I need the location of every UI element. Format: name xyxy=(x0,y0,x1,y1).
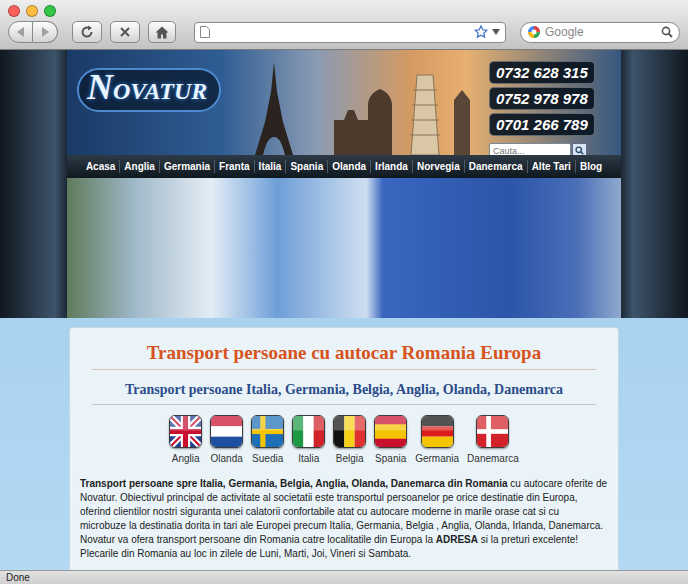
bookmark-star-icon[interactable] xyxy=(474,25,488,39)
menu-item[interactable]: Franta xyxy=(214,160,254,173)
flag-link[interactable]: Danemarca xyxy=(467,415,519,465)
text-segment: ADRESA xyxy=(436,534,478,545)
flag-label: Anglia xyxy=(172,452,200,465)
text-segment: Transport persoane spre Italia, Germania… xyxy=(80,478,508,489)
menu-item[interactable]: Olanda xyxy=(327,160,370,173)
phone-number: 0752 978 978 xyxy=(489,87,595,110)
stop-icon xyxy=(119,26,131,38)
flag-icon xyxy=(169,415,202,448)
search-engine-icon[interactable] xyxy=(527,25,541,39)
page-icon xyxy=(200,26,210,38)
flag-link[interactable]: Anglia xyxy=(169,415,202,465)
menu-item[interactable]: Alte Tari xyxy=(527,160,575,173)
back-arrow-icon xyxy=(15,26,27,38)
text-segment: si la preturi excelente! xyxy=(478,534,578,545)
flag-link[interactable]: Spania xyxy=(374,415,407,465)
content-panel: Transport persoane cu autocar Romania Eu… xyxy=(69,327,619,570)
site-search xyxy=(489,143,587,155)
phone-number: 0732 628 315 xyxy=(489,61,595,84)
flag-icon xyxy=(251,415,284,448)
menu-item[interactable]: Spania xyxy=(285,160,327,173)
flag-icon xyxy=(333,415,366,448)
web-search-field[interactable] xyxy=(520,22,680,43)
minimize-button[interactable] xyxy=(26,5,38,17)
flag-label: Olanda xyxy=(211,452,243,465)
flag-label: Suedia xyxy=(252,452,283,465)
reload-icon xyxy=(80,25,94,39)
phone-number: 0701 266 789 xyxy=(489,113,595,136)
text-paragraph: Transport persoane spre Italia, Germania… xyxy=(80,477,608,547)
flag-label: Belgia xyxy=(336,452,364,465)
site-search-input[interactable] xyxy=(489,143,571,155)
flag-link[interactable]: Belgia xyxy=(333,415,366,465)
home-icon xyxy=(155,26,169,39)
text-paragraph: Plecarile din Romania au loc in zilele d… xyxy=(80,547,608,561)
home-button[interactable] xyxy=(148,21,176,43)
menu-item[interactable]: Blog xyxy=(575,160,606,173)
menu-item[interactable]: Germania xyxy=(159,160,214,173)
menu-item[interactable]: Irlanda xyxy=(370,160,412,173)
flag-icon xyxy=(421,415,454,448)
forward-arrow-icon xyxy=(39,26,51,38)
monuments-icon xyxy=(239,60,481,155)
dropdown-icon[interactable] xyxy=(492,29,500,35)
address-input[interactable] xyxy=(214,23,470,41)
menu-item[interactable]: Italia xyxy=(254,160,286,173)
flag-link[interactable]: Olanda xyxy=(210,415,243,465)
flag-link[interactable]: Italia xyxy=(292,415,325,465)
flag-label: Germania xyxy=(415,452,459,465)
menu-item[interactable]: Anglia xyxy=(119,160,159,173)
menu-item[interactable]: Acasa xyxy=(82,160,119,173)
status-bar: Done xyxy=(0,570,688,584)
flag-list: Anglia Olanda Suedia Italia Belgia Spania Germ… xyxy=(80,415,608,465)
forward-button[interactable] xyxy=(33,21,58,43)
site-logo[interactable]: NOVATUR xyxy=(77,68,221,112)
flag-link[interactable]: Suedia xyxy=(251,415,284,465)
close-button[interactable] xyxy=(8,5,20,17)
flag-label: Italia xyxy=(298,452,319,465)
stop-button[interactable] xyxy=(110,21,140,43)
flag-icon xyxy=(476,415,509,448)
magnifier-icon[interactable] xyxy=(661,26,673,38)
site-header: NOVATUR 0732 628 315 0752 978 978 0701 266… xyxy=(67,50,621,155)
intro-text: Transport persoane spre Italia, Germania… xyxy=(80,477,608,561)
flag-label: Danemarca xyxy=(467,452,519,465)
flag-icon xyxy=(374,415,407,448)
back-button[interactable] xyxy=(8,21,33,43)
site-search-button[interactable] xyxy=(572,143,587,155)
flag-icon xyxy=(292,415,325,448)
flag-link[interactable]: Germania xyxy=(415,415,459,465)
web-search-input[interactable] xyxy=(545,23,657,41)
reload-button[interactable] xyxy=(72,21,102,43)
menu-item[interactable]: Norvegia xyxy=(412,160,464,173)
flag-label: Spania xyxy=(375,452,406,465)
web-page: NOVATUR 0732 628 315 0752 978 978 0701 266… xyxy=(0,50,688,570)
page-title: Transport persoane cu autocar Romania Eu… xyxy=(92,340,596,370)
browser-toolbar xyxy=(0,0,688,50)
flag-icon xyxy=(210,415,243,448)
magnifier-icon xyxy=(575,146,584,155)
browser-window: NOVATUR 0732 628 315 0752 978 978 0701 266… xyxy=(0,0,688,584)
text-segment: Plecarile din Romania au loc in zilele d… xyxy=(80,548,411,559)
menu-item[interactable]: Danemarca xyxy=(464,160,527,173)
banner-photo xyxy=(67,178,621,318)
zoom-button[interactable] xyxy=(44,5,56,17)
main-menu: AcasaAngliaGermaniaFrantaItaliaSpaniaOla… xyxy=(67,155,621,178)
page-subtitle: Transport persoane Italia, Germania, Bel… xyxy=(92,380,596,405)
address-bar[interactable] xyxy=(194,22,506,43)
